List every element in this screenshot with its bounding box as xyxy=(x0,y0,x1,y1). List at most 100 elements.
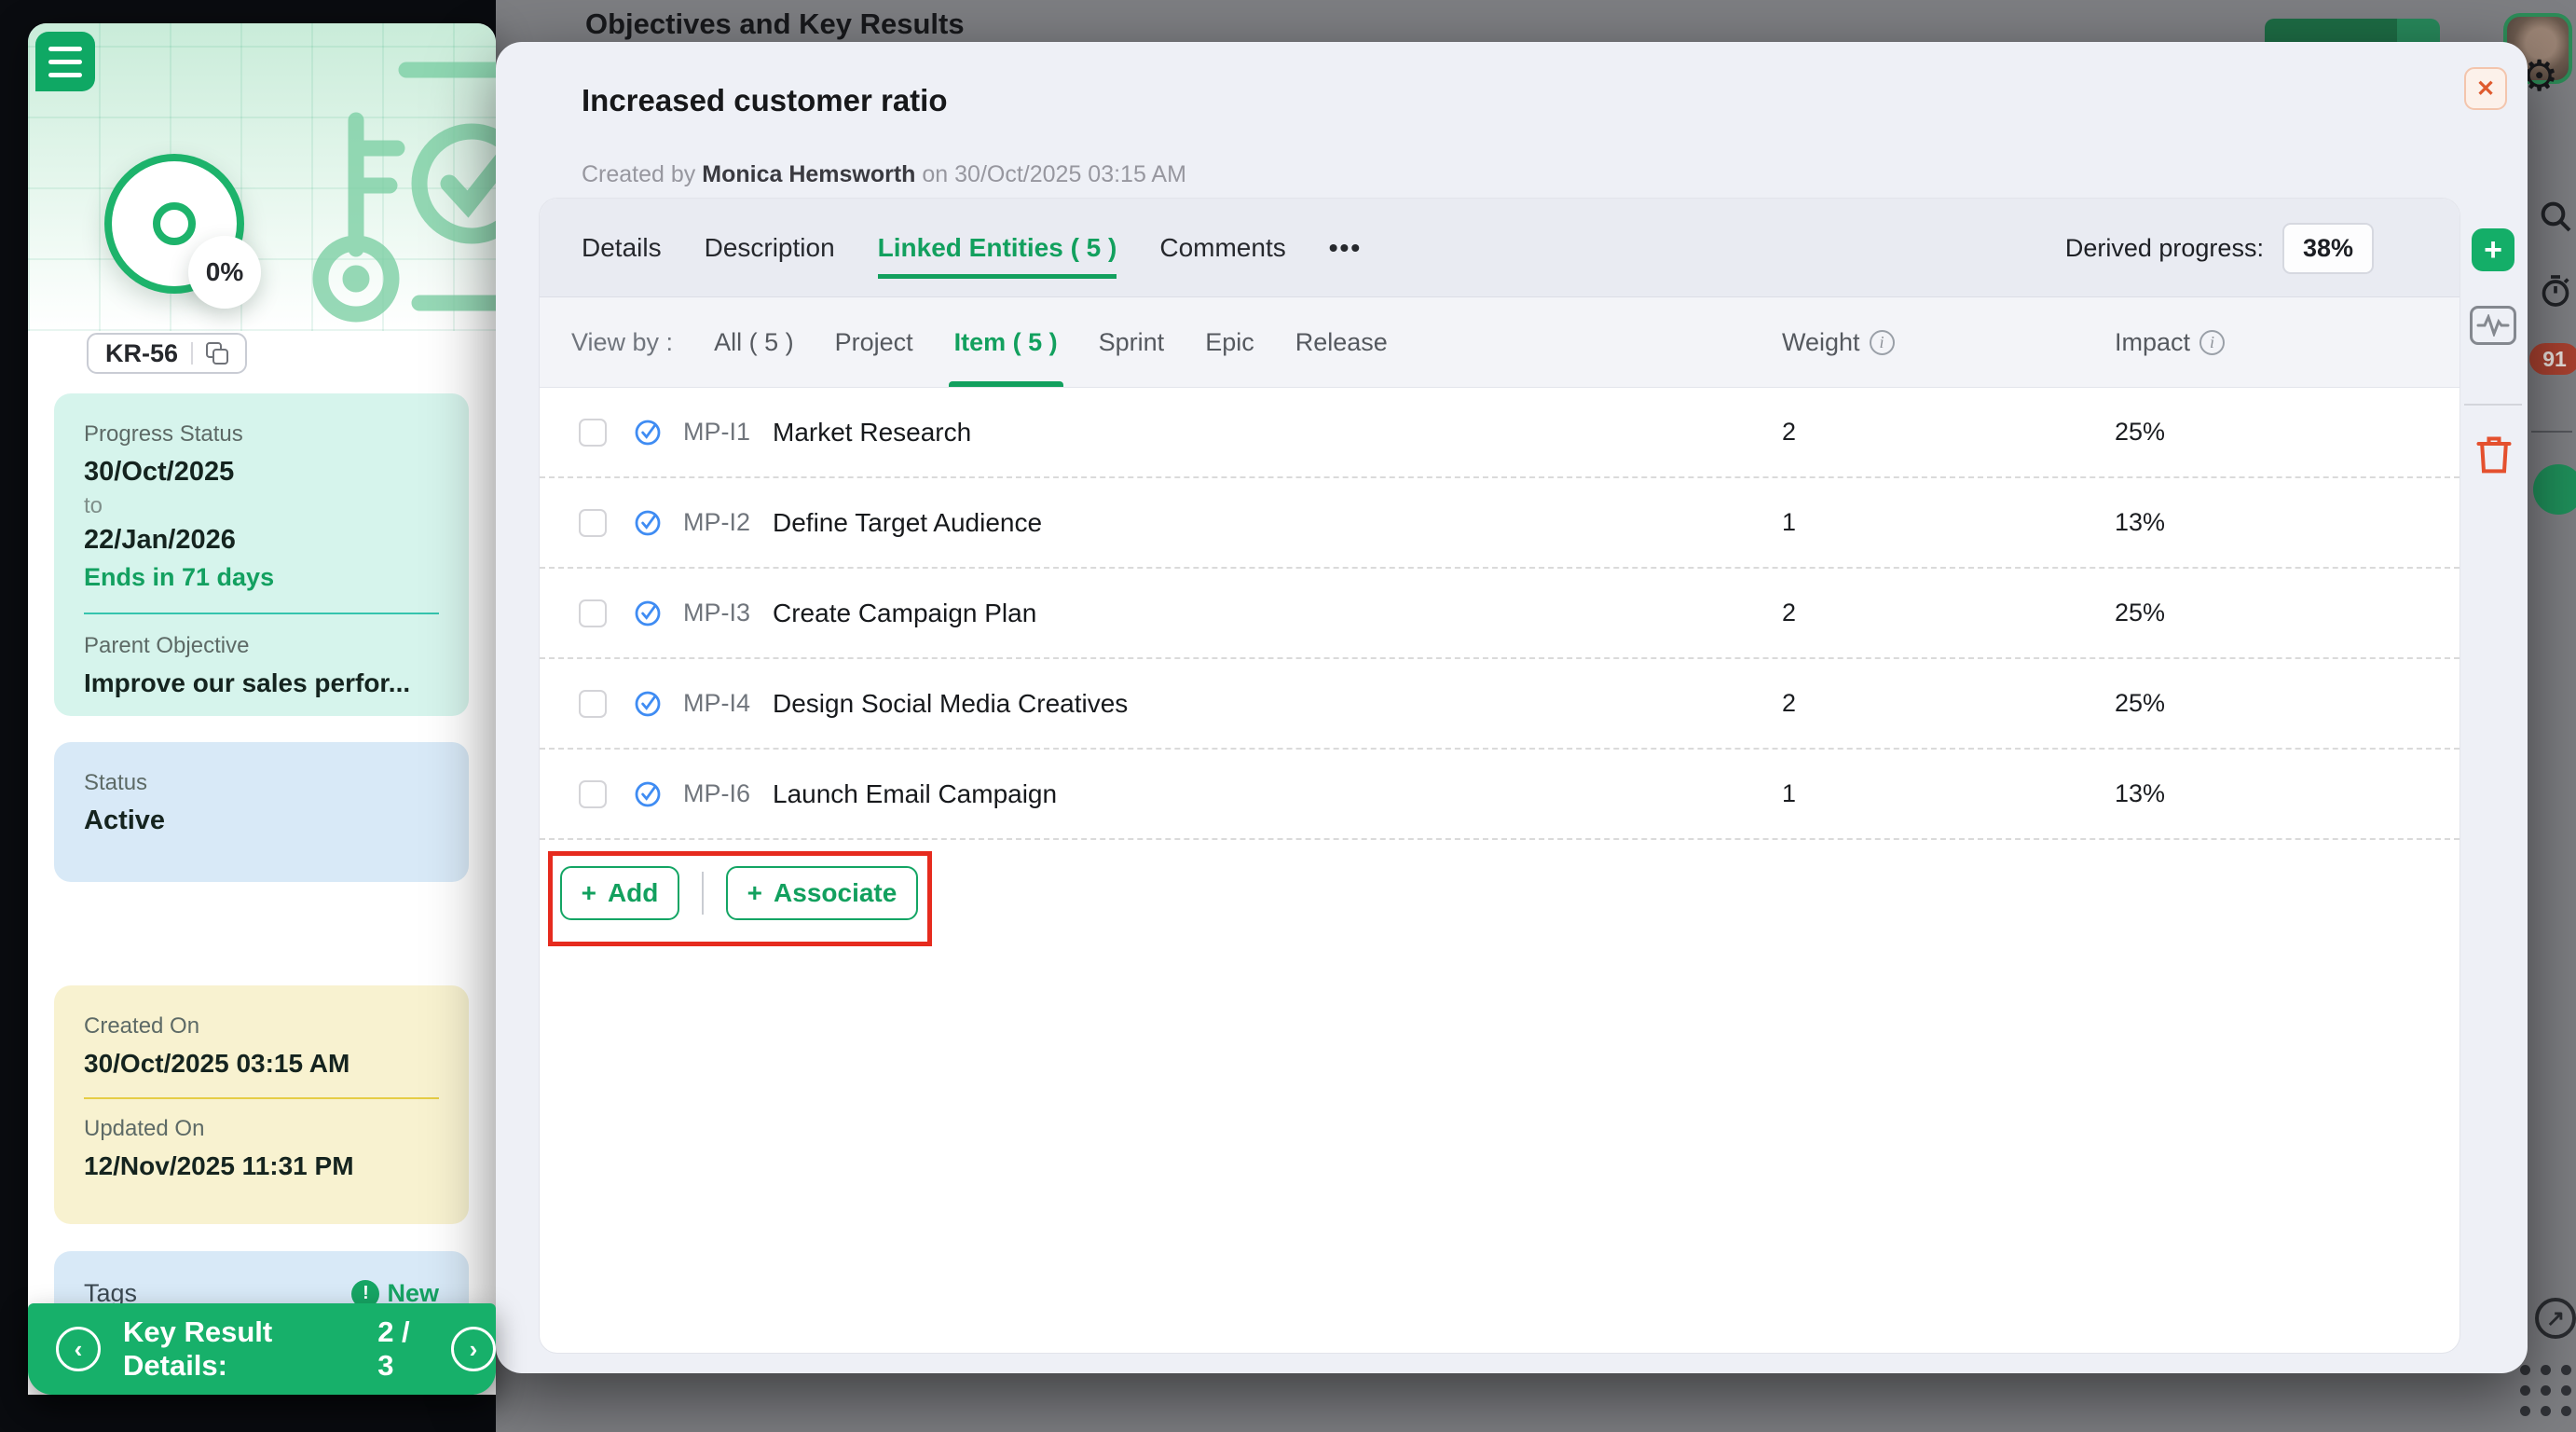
row-impact: 25% xyxy=(2115,689,2165,718)
table-row[interactable]: MP-I2 Define Target Audience 1 13% xyxy=(540,478,2460,569)
close-button[interactable]: ✕ xyxy=(2464,67,2507,110)
row-weight: 2 xyxy=(1782,599,1796,627)
search-icon xyxy=(2537,198,2574,235)
modal-tabs-bar: Details Description Linked Entities ( 5 … xyxy=(540,199,2460,297)
filter-project[interactable]: Project xyxy=(835,297,913,387)
previous-key-result-button[interactable]: ‹ xyxy=(56,1327,101,1371)
table-row[interactable]: MP-I4 Design Social Media Creatives 2 25… xyxy=(540,659,2460,750)
key-result-id-pill: KR-56 xyxy=(87,333,247,374)
next-key-result-button[interactable]: › xyxy=(451,1327,496,1371)
work-item-icon xyxy=(633,779,663,809)
parent-objective-value[interactable]: Improve our sales perfor... xyxy=(84,668,439,698)
table-row[interactable]: MP-I6 Launch Email Campaign 1 13% xyxy=(540,750,2460,840)
row-title[interactable]: Define Target Audience xyxy=(773,508,1042,538)
quick-add-button[interactable]: + xyxy=(2472,228,2514,271)
filter-all[interactable]: All ( 5 ) xyxy=(714,297,794,387)
modal-title: Increased customer ratio xyxy=(582,83,948,118)
updated-on-value: 12/Nov/2025 11:31 PM xyxy=(84,1151,439,1181)
ends-in-label: Ends in 71 days xyxy=(84,563,439,592)
key-checklist-illustration xyxy=(237,34,496,324)
tab-comments[interactable]: Comments xyxy=(1159,233,1285,263)
progress-status-card: Progress Status 30/Oct/2025 to 22/Jan/20… xyxy=(54,393,469,716)
view-by-bar: View by : All ( 5 ) Project Item ( 5 ) S… xyxy=(540,297,2460,388)
derived-progress-label: Derived progress: xyxy=(2065,234,2264,263)
start-date: 30/Oct/2025 xyxy=(84,457,439,488)
progress-status-label: Progress Status xyxy=(84,421,439,448)
page-title: Objectives and Key Results xyxy=(585,7,965,41)
row-impact: 13% xyxy=(2115,508,2165,537)
filter-epic[interactable]: Epic xyxy=(1205,297,1254,387)
status-label: Status xyxy=(84,770,439,796)
add-button[interactable]: + Add xyxy=(560,866,679,920)
pager-label: Key Result Details: xyxy=(123,1315,361,1383)
tab-description[interactable]: Description xyxy=(705,233,835,263)
pager-counter: 2 / 3 xyxy=(377,1315,429,1383)
row-impact: 13% xyxy=(2115,779,2165,808)
info-icon[interactable]: i xyxy=(2199,330,2225,355)
tab-linked-entities[interactable]: Linked Entities ( 5 ) xyxy=(878,233,1117,279)
row-checkbox[interactable] xyxy=(579,509,607,537)
row-id: MP-I6 xyxy=(683,779,750,808)
tab-more-icon[interactable]: ••• xyxy=(1329,233,1362,263)
notification-badge: 91 xyxy=(2529,343,2576,375)
hamburger-menu-button[interactable] xyxy=(35,32,95,91)
row-checkbox[interactable] xyxy=(579,690,607,718)
dates-card: Created On 30/Oct/2025 03:15 AM Updated … xyxy=(54,985,469,1224)
row-checkbox[interactable] xyxy=(579,599,607,627)
delete-button[interactable] xyxy=(2473,432,2514,481)
tab-details[interactable]: Details xyxy=(582,233,662,263)
row-id: MP-I1 xyxy=(683,418,750,447)
info-icon[interactable]: i xyxy=(1870,330,1895,355)
pill-divider xyxy=(191,342,193,365)
card-divider xyxy=(84,1097,439,1099)
row-id: MP-I4 xyxy=(683,689,750,718)
row-checkbox[interactable] xyxy=(579,419,607,447)
work-item-icon xyxy=(633,689,663,719)
plus-icon: + xyxy=(582,878,596,908)
work-item-icon xyxy=(633,418,663,448)
row-weight: 2 xyxy=(1782,689,1796,718)
pulse-icon xyxy=(2476,314,2510,337)
updated-on-label: Updated On xyxy=(84,1116,439,1142)
status-value: Active xyxy=(84,806,439,836)
end-date: 22/Jan/2026 xyxy=(84,525,439,556)
table-row[interactable]: MP-I3 Create Campaign Plan 2 25% xyxy=(540,569,2460,659)
derived-progress-value[interactable]: 38% xyxy=(2282,223,2374,274)
weight-header: Weight xyxy=(1782,328,1860,357)
rail-divider xyxy=(2464,404,2522,406)
plus-icon: + xyxy=(747,878,762,908)
byline-prefix: Created by xyxy=(582,161,702,187)
filter-sprint[interactable]: Sprint xyxy=(1099,297,1165,387)
donut-inner-ring xyxy=(153,202,196,245)
associate-button[interactable]: + Associate xyxy=(726,866,918,920)
created-on-value: 30/Oct/2025 03:15 AM xyxy=(84,1049,439,1079)
filter-release[interactable]: Release xyxy=(1295,297,1388,387)
table-row[interactable]: MP-I1 Market Research 2 25% xyxy=(540,388,2460,478)
row-checkbox[interactable] xyxy=(579,780,607,808)
row-title[interactable]: Design Social Media Creatives xyxy=(773,689,1128,719)
linked-entities-panel: Details Description Linked Entities ( 5 … xyxy=(539,198,2460,1354)
column-impact: Impact i xyxy=(2115,297,2225,388)
activity-log-button[interactable] xyxy=(2470,306,2516,345)
progress-percent-badge: 0% xyxy=(188,236,261,309)
key-result-id: KR-56 xyxy=(105,339,178,368)
view-by-label: View by : xyxy=(571,297,673,387)
key-result-detail-modal: Increased customer ratio Created by Moni… xyxy=(496,42,2528,1373)
floating-action-button xyxy=(2533,464,2576,515)
row-weight: 2 xyxy=(1782,418,1796,447)
trash-icon xyxy=(2473,432,2514,476)
grip-dots-icon xyxy=(2520,1365,2574,1419)
copy-link-icon[interactable] xyxy=(206,342,228,365)
key-result-pager-bar: ‹ Key Result Details: 2 / 3 › xyxy=(28,1303,496,1395)
row-id: MP-I3 xyxy=(683,599,750,627)
row-weight: 1 xyxy=(1782,779,1796,808)
row-title[interactable]: Market Research xyxy=(773,418,971,448)
status-card: Status Active xyxy=(54,742,469,882)
column-weight: Weight i xyxy=(1782,297,1895,388)
row-title[interactable]: Create Campaign Plan xyxy=(773,599,1036,628)
row-impact: 25% xyxy=(2115,599,2165,627)
row-title[interactable]: Launch Email Campaign xyxy=(773,779,1057,809)
filter-item[interactable]: Item ( 5 ) xyxy=(954,297,1058,387)
send-feedback-icon: ↗ xyxy=(2535,1298,2576,1339)
derived-progress: Derived progress: 38% xyxy=(2065,199,2374,297)
